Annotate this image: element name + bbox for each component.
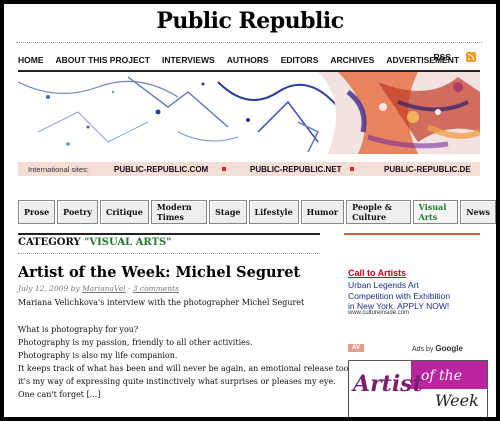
international-sites-label: International sites:	[28, 164, 89, 174]
artist-of-the-week-banner[interactable]: Artist of the Week	[348, 360, 488, 417]
intl-site-net[interactable]: PUBLIC-REPUBLIC.NET	[250, 165, 342, 174]
banner-week-text: Week	[435, 391, 479, 410]
cta-line: Urban Legends Art	[348, 280, 419, 290]
nav-editors[interactable]: EDITORS	[281, 55, 319, 65]
call-to-artists-link[interactable]: Call to Artists	[348, 268, 406, 278]
nav-authors[interactable]: AUTHORS	[227, 55, 269, 65]
header-banner-image	[18, 72, 480, 154]
intl-site-de[interactable]: PUBLIC-REPUBLIC.DE	[384, 165, 471, 174]
nav-archives[interactable]: ARCHIVES	[330, 55, 374, 65]
header-divider	[16, 42, 482, 43]
post-date: July 12, 2009 by	[18, 284, 80, 293]
tab-news[interactable]: News	[460, 200, 496, 224]
excerpt-line: Photography is my passion, friendly to a…	[18, 338, 253, 347]
nav-interviews[interactable]: INTERVIEWS	[162, 55, 215, 65]
rss-label: RSS	[433, 52, 451, 62]
separator-square	[350, 167, 354, 171]
international-sites-bar: International sites: PUBLIC-REPUBLIC.COM…	[18, 162, 480, 176]
rss-link[interactable]: RSS	[434, 52, 476, 62]
rss-icon	[466, 52, 476, 62]
excerpt-line: it's my way of expressing quite instinct…	[18, 377, 336, 386]
ads-bar: AV Ads by Google	[348, 344, 468, 354]
category-divider	[18, 253, 320, 254]
post-excerpt: Mariana Velichkova's interview with the …	[18, 296, 352, 401]
excerpt-line: It keeps track of what has been and will…	[18, 364, 352, 373]
excerpt-line: Photography is also my life companion.	[18, 351, 178, 360]
banner-of-the-text: of the	[421, 368, 462, 384]
excerpt-line: What is photography for you?	[18, 325, 139, 334]
ads-by-google[interactable]: Ads by Google	[412, 344, 463, 353]
meta-separator: ·	[127, 284, 131, 293]
category-name: "VISUAL ARTS"	[84, 237, 172, 248]
banner-artist-text: Artist	[353, 371, 423, 397]
google-logo: Google	[435, 344, 463, 353]
tab-critique[interactable]: Critique	[99, 200, 149, 224]
cta-line: Competition with Exhibition	[348, 290, 451, 301]
tab-lifestyle[interactable]: Lifestyle	[248, 200, 299, 224]
site-title[interactable]: Public Republic	[4, 8, 496, 34]
post-author-link[interactable]: MarianaVel	[82, 284, 125, 293]
post-comments-link[interactable]: 3 comments	[133, 284, 179, 293]
main-nav: HOME ABOUT THIS PROJECT INTERVIEWS AUTHO…	[18, 52, 480, 68]
post-meta: July 12, 2009 by MarianaVel · 3 comments	[18, 284, 179, 293]
tab-stage[interactable]: Stage	[209, 200, 247, 224]
intl-site-com[interactable]: PUBLIC-REPUBLIC.COM	[114, 165, 208, 174]
category-top-rule	[18, 233, 320, 235]
ads-by-label: Ads by	[412, 346, 434, 353]
tab-poetry[interactable]: Poetry	[57, 200, 98, 224]
tab-modern-times[interactable]: Modern Times	[150, 200, 208, 224]
nav-home[interactable]: HOME	[18, 55, 44, 65]
category-heading: CATEGORY "VISUAL ARTS"	[18, 237, 171, 248]
nav-about[interactable]: ABOUT THIS PROJECT	[56, 55, 150, 65]
cta-url[interactable]: www.cultureinside.com	[348, 310, 409, 316]
excerpt-line: Mariana Velichkova's interview with the …	[18, 298, 305, 307]
sidebar-top-rule	[344, 233, 480, 235]
tab-humor[interactable]: Humor	[300, 200, 345, 224]
cta-description[interactable]: Urban Legends Art Competition with Exhib…	[348, 280, 488, 312]
category-prefix: CATEGORY	[18, 237, 81, 248]
paint-splatter-art	[18, 72, 480, 154]
separator-square	[222, 167, 226, 171]
av-badge[interactable]: AV	[348, 344, 364, 352]
tab-visual-arts[interactable]: Visual Arts	[412, 200, 459, 224]
tab-prose[interactable]: Prose	[18, 200, 56, 224]
tab-people-culture[interactable]: People & Culture	[346, 200, 411, 224]
post-title[interactable]: Artist of the Week: Michel Seguret	[18, 264, 300, 281]
excerpt-line[interactable]: One can't forget [...]	[18, 388, 338, 401]
category-tabs: Prose Poetry Critique Modern Times Stage…	[18, 200, 496, 224]
page: Public Republic HOME ABOUT THIS PROJECT …	[4, 4, 496, 417]
